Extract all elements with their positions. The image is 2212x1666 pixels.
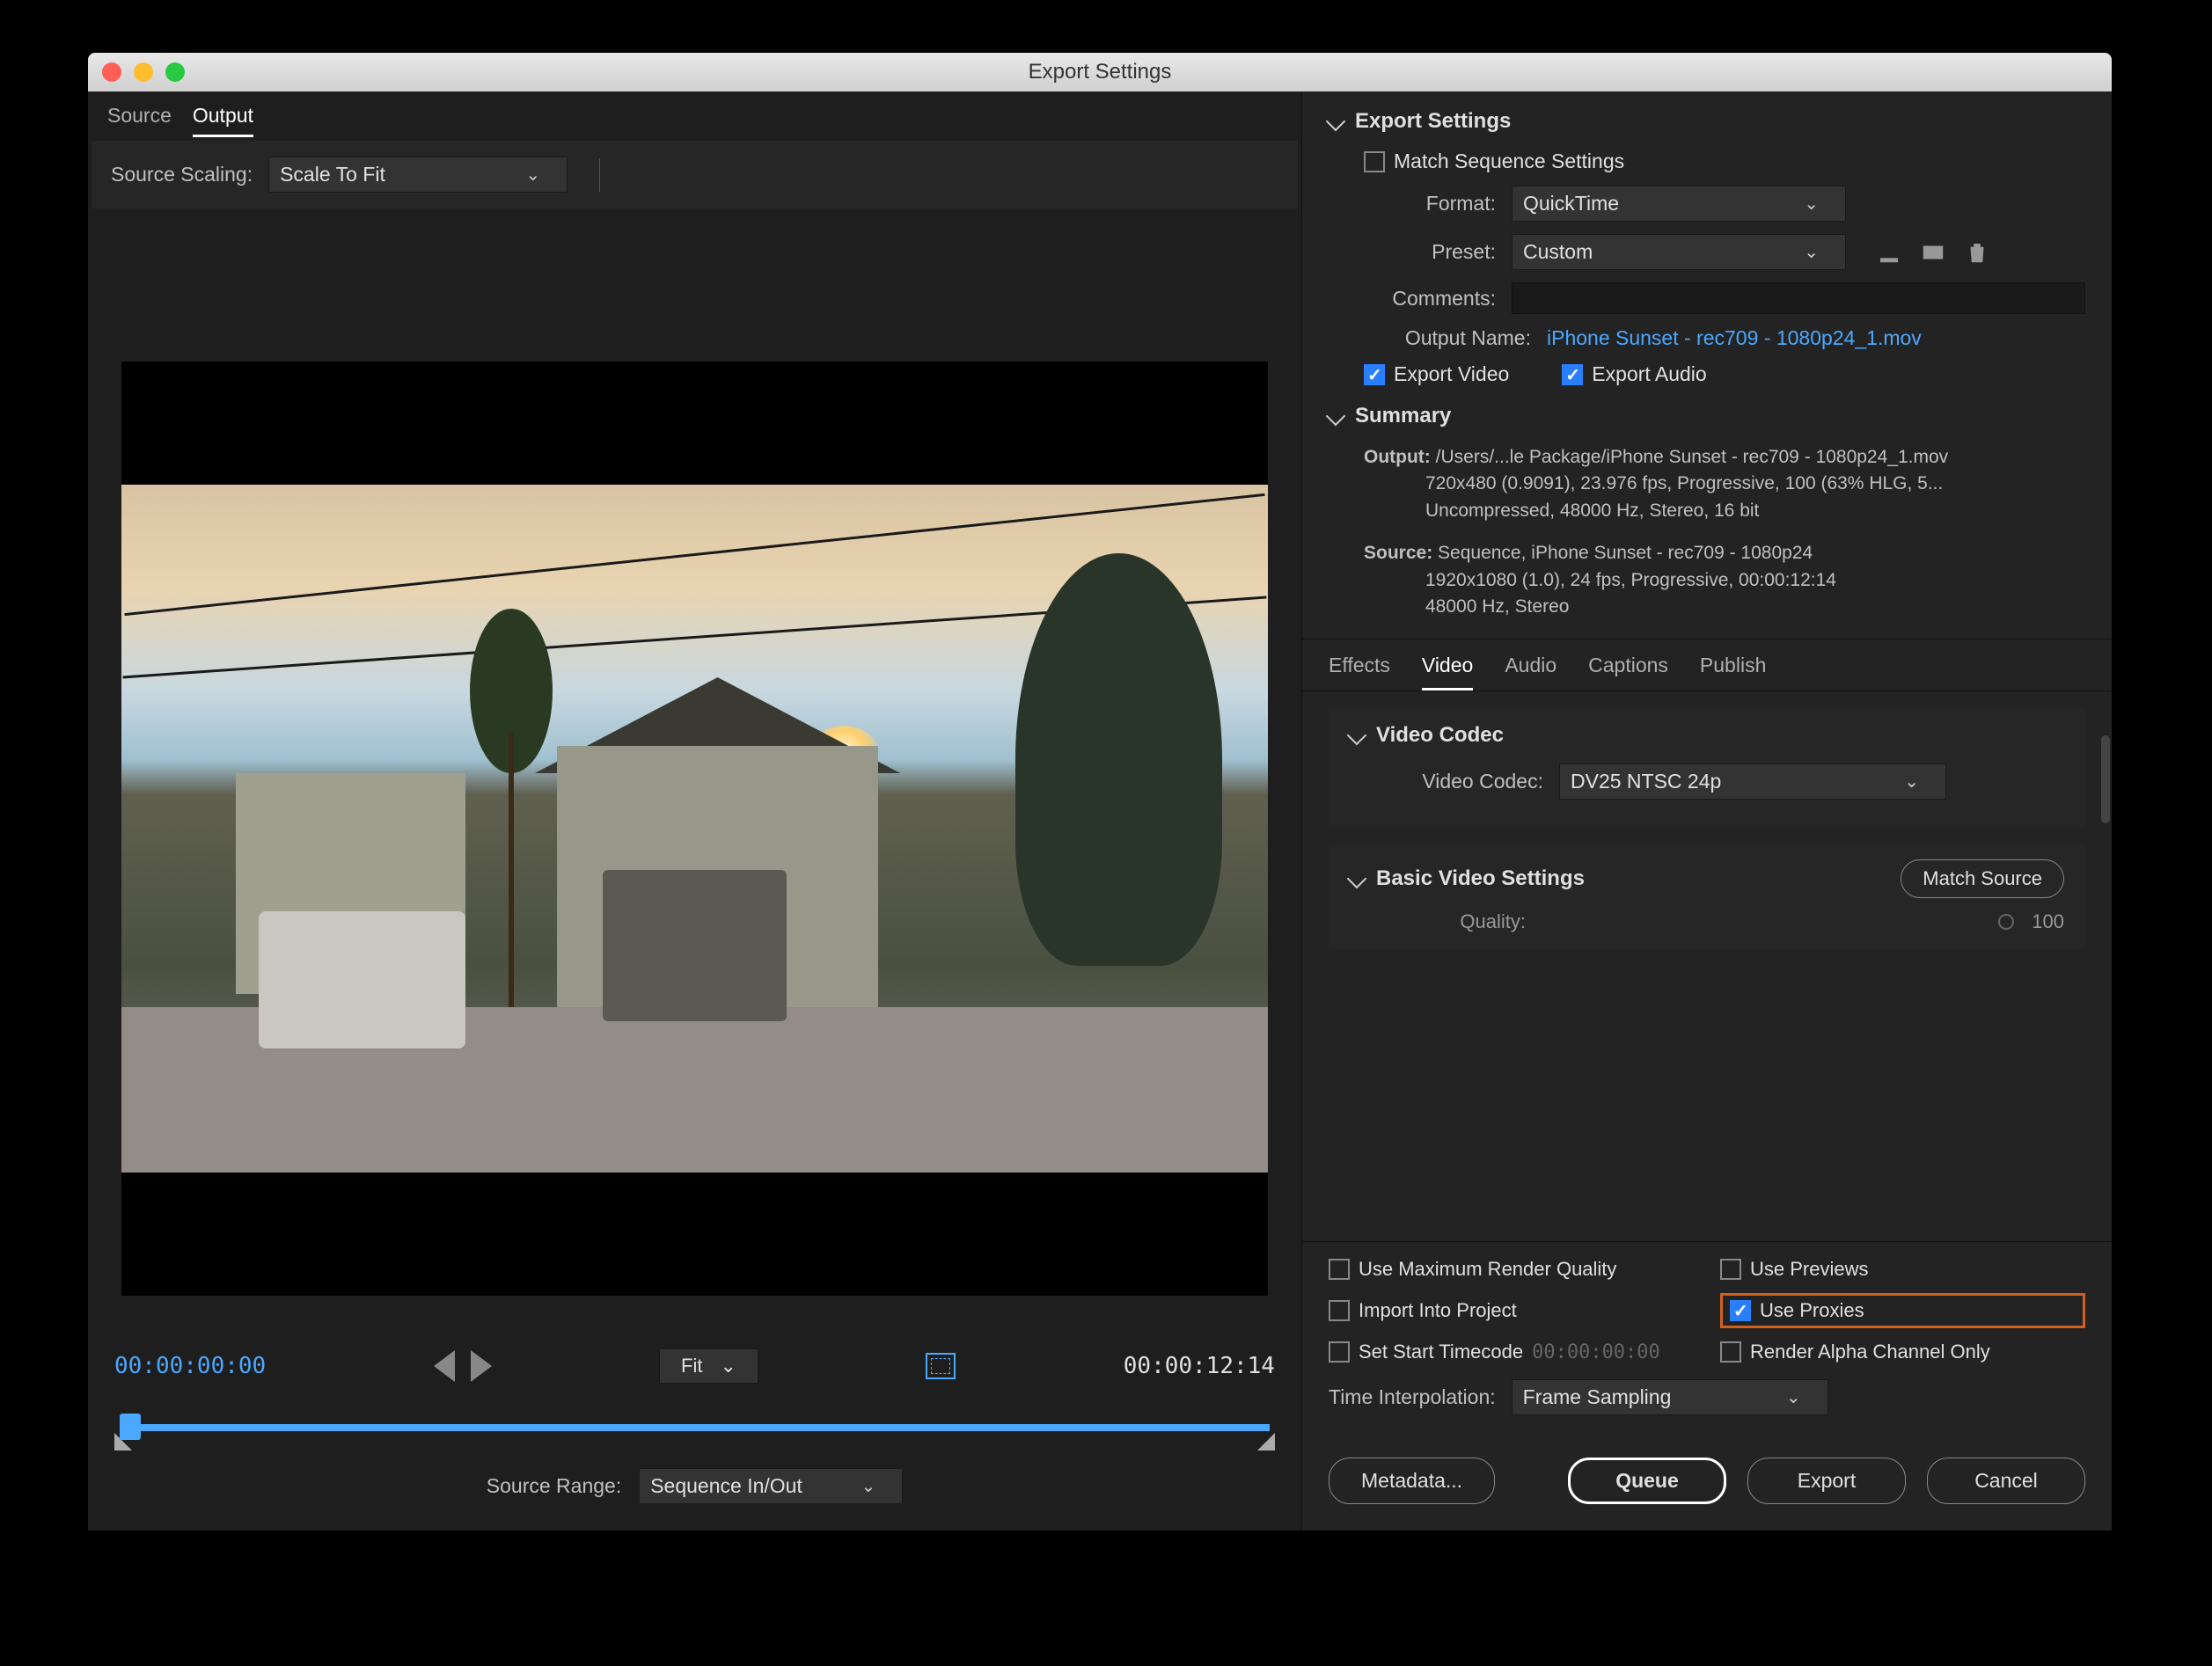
export-audio-label: Export Audio xyxy=(1592,362,1706,386)
zoom-fit-dropdown[interactable]: Fit xyxy=(659,1348,758,1384)
scrub-bar[interactable] xyxy=(114,1401,1275,1450)
chevron-down-icon xyxy=(1326,406,1346,427)
chevron-down-icon xyxy=(1326,112,1346,132)
save-preset-icon[interactable] xyxy=(1876,239,1902,266)
source-scaling-dropdown[interactable]: Scale To Fit xyxy=(268,157,568,193)
max-quality-label: Use Maximum Render Quality xyxy=(1359,1258,1616,1281)
quality-radio-icon[interactable] xyxy=(1998,914,2014,930)
quality-label: Quality: xyxy=(1385,910,1526,933)
duration-timecode: 00:00:12:14 xyxy=(1124,1353,1275,1379)
footer-options: Use Maximum Render Quality Use Previews … xyxy=(1302,1241,2112,1431)
step-forward-icon[interactable] xyxy=(471,1350,492,1382)
source-scaling-row: Source Scaling: Scale To Fit xyxy=(92,141,1298,208)
minimize-icon[interactable] xyxy=(134,62,153,82)
match-sequence-checkbox[interactable] xyxy=(1364,151,1385,172)
transport-controls: 00:00:00:00 Fit 00:00:12:14 Sou xyxy=(88,1322,1301,1531)
window-title: Export Settings xyxy=(1029,60,1172,84)
source-range-dropdown[interactable]: Sequence In/Out xyxy=(639,1468,903,1504)
import-preset-icon[interactable] xyxy=(1920,239,1946,266)
delete-preset-icon[interactable] xyxy=(1964,239,1990,266)
video-preview-image xyxy=(121,485,1268,1173)
safe-margins-icon[interactable] xyxy=(926,1353,956,1379)
tab-source[interactable]: Source xyxy=(107,104,172,137)
tab-output[interactable]: Output xyxy=(193,104,253,137)
titlebar: Export Settings xyxy=(88,53,2112,91)
import-project-label: Import Into Project xyxy=(1359,1299,1517,1322)
chevron-down-icon xyxy=(1347,868,1367,888)
set-start-checkbox[interactable] xyxy=(1329,1341,1350,1363)
tab-audio[interactable]: Audio xyxy=(1505,654,1556,691)
comments-input[interactable] xyxy=(1512,282,2085,314)
output-name-label: Output Name: xyxy=(1364,326,1531,350)
tab-effects[interactable]: Effects xyxy=(1329,654,1390,691)
step-back-icon[interactable] xyxy=(434,1350,455,1382)
max-quality-checkbox[interactable] xyxy=(1329,1259,1350,1280)
close-icon[interactable] xyxy=(102,62,121,82)
tab-publish[interactable]: Publish xyxy=(1700,654,1766,691)
video-codec-header[interactable]: Video Codec xyxy=(1350,723,2064,748)
settings-panel: Export Settings Match Sequence Settings … xyxy=(1302,91,2112,1531)
queue-button[interactable]: Queue xyxy=(1568,1458,1726,1504)
export-audio-checkbox[interactable] xyxy=(1562,364,1583,385)
use-previews-checkbox[interactable] xyxy=(1720,1259,1741,1280)
chevron-down-icon xyxy=(1347,725,1367,745)
scrollbar[interactable] xyxy=(2101,735,2110,823)
preset-label: Preset: xyxy=(1364,240,1496,264)
format-dropdown[interactable]: QuickTime xyxy=(1512,186,1846,222)
use-previews-label: Use Previews xyxy=(1750,1258,1868,1281)
preview-viewport xyxy=(121,362,1268,1296)
comments-label: Comments: xyxy=(1364,287,1496,311)
source-scaling-label: Source Scaling: xyxy=(111,163,253,186)
preview-panel: Source Output Source Scaling: Scale To F… xyxy=(88,91,1302,1531)
time-interpolation-label: Time Interpolation: xyxy=(1329,1385,1496,1409)
quality-value: 100 xyxy=(2032,910,2064,933)
summary-output: Output: /Users/...le Package/iPhone Suns… xyxy=(1364,444,2085,524)
export-button[interactable]: Export xyxy=(1747,1458,1906,1504)
use-proxies-checkbox[interactable] xyxy=(1730,1300,1751,1321)
tab-video[interactable]: Video xyxy=(1422,654,1473,691)
tab-captions[interactable]: Captions xyxy=(1588,654,1668,691)
preset-dropdown[interactable]: Custom xyxy=(1512,234,1846,270)
output-name-link[interactable]: iPhone Sunset - rec709 - 1080p24_1.mov xyxy=(1547,326,1922,350)
set-start-label: Set Start Timecode xyxy=(1359,1341,1523,1363)
use-proxies-highlight: Use Proxies xyxy=(1720,1293,2085,1328)
export-settings-header[interactable]: Export Settings xyxy=(1329,109,2085,134)
time-interpolation-dropdown[interactable]: Frame Sampling xyxy=(1512,1379,1828,1415)
video-codec-label: Video Codec: xyxy=(1385,770,1543,793)
preview-tabs: Source Output xyxy=(88,91,1301,137)
render-alpha-checkbox[interactable] xyxy=(1720,1341,1741,1363)
export-video-label: Export Video xyxy=(1394,362,1509,386)
cancel-button[interactable]: Cancel xyxy=(1927,1458,2085,1504)
set-start-value: 00:00:00:00 xyxy=(1532,1341,1660,1363)
current-timecode[interactable]: 00:00:00:00 xyxy=(114,1353,266,1379)
maximize-icon[interactable] xyxy=(165,62,185,82)
format-label: Format: xyxy=(1364,192,1496,216)
export-video-checkbox[interactable] xyxy=(1364,364,1385,385)
source-range-label: Source Range: xyxy=(487,1474,621,1498)
use-proxies-label: Use Proxies xyxy=(1760,1299,1864,1322)
render-alpha-label: Render Alpha Channel Only xyxy=(1750,1341,1990,1363)
out-point-icon[interactable] xyxy=(1257,1433,1275,1450)
summary-header[interactable]: Summary xyxy=(1329,404,2085,428)
window-controls xyxy=(102,62,185,82)
export-settings-window: Export Settings Source Output Source Sca… xyxy=(88,53,2112,1531)
match-source-button[interactable]: Match Source xyxy=(1901,859,2064,898)
match-sequence-label: Match Sequence Settings xyxy=(1394,150,1624,173)
divider xyxy=(599,158,600,192)
video-codec-dropdown[interactable]: DV25 NTSC 24p xyxy=(1559,764,1946,800)
basic-video-header[interactable]: Basic Video Settings xyxy=(1350,866,1585,891)
in-point-icon[interactable] xyxy=(114,1433,132,1450)
import-project-checkbox[interactable] xyxy=(1329,1300,1350,1321)
metadata-button[interactable]: Metadata... xyxy=(1329,1458,1495,1504)
export-subtabs: Effects Video Audio Captions Publish xyxy=(1302,639,2112,691)
footer-buttons: Metadata... Queue Export Cancel xyxy=(1302,1431,2112,1531)
summary-source: Source: Sequence, iPhone Sunset - rec709… xyxy=(1364,540,2085,620)
